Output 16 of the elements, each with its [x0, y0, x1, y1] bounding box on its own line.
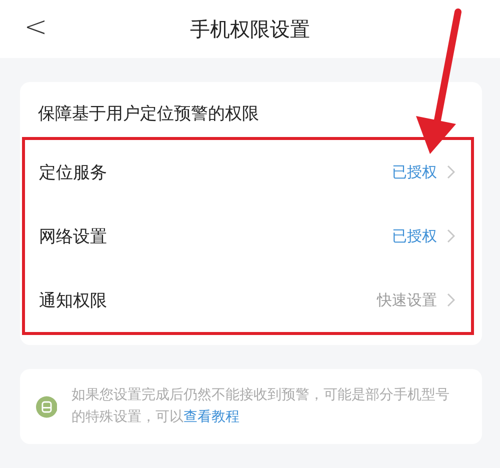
permission-status: 已授权 [392, 226, 437, 246]
permission-label: 定位服务 [39, 162, 108, 184]
tip-text: 如果您设置完成后仍然不能接收到预警，可能是部分手机型号的特殊设置，可以查看教程 [71, 386, 450, 427]
chevron-icon [447, 293, 455, 307]
permission-row[interactable]: 通知权限 快速设置 [25, 268, 471, 332]
permission-status: 快速设置 [377, 290, 437, 310]
back-button[interactable]: < [18, 10, 54, 43]
page-title: 手机权限设置 [190, 16, 310, 42]
permission-status: 已授权 [392, 162, 437, 182]
permission-row[interactable]: 网络设置 已授权 [25, 204, 471, 268]
chevron-icon [447, 165, 455, 179]
permission-label: 网络设置 [39, 226, 108, 248]
section-title: 保障基于用户定位预警的权限 [37, 103, 260, 126]
chevron-icon [447, 229, 455, 243]
permission-label: 通知权限 [39, 290, 108, 312]
permission-row[interactable]: 定位服务 已授权 [25, 140, 471, 204]
